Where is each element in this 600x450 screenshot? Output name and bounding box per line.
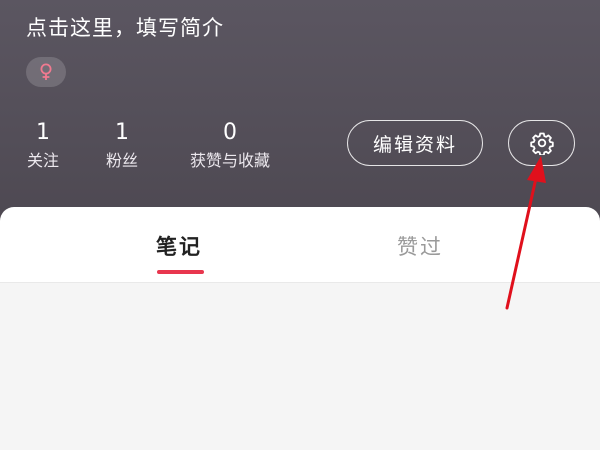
tab-liked[interactable]: 赞过 [397, 231, 443, 261]
gender-badge [26, 57, 66, 87]
followers-count: 1 [115, 120, 129, 145]
notes-list-area [0, 283, 600, 450]
bio-prompt[interactable]: 点击这里，填写简介 [26, 12, 224, 42]
likes-collections-label: 获赞与收藏 [189, 151, 270, 170]
stat-following[interactable]: 1 关注 [22, 118, 64, 173]
following-label: 关注 [26, 151, 59, 170]
followers-label: 粉丝 [105, 151, 138, 170]
tab-bar: 笔记 赞过 [0, 207, 600, 283]
stat-followers[interactable]: 1 粉丝 [101, 118, 143, 173]
stat-likes-collections[interactable]: 0 获赞与收藏 [181, 118, 279, 173]
gear-icon [529, 132, 554, 155]
following-count: 1 [36, 120, 50, 145]
settings-button[interactable] [508, 120, 575, 166]
profile-header: 点击这里，填写简介 1 关注 1 粉丝 0 获赞与收藏 编辑资料 [0, 0, 600, 230]
female-symbol-icon [40, 63, 52, 80]
likes-collections-count: 0 [223, 120, 237, 145]
active-tab-indicator [157, 270, 204, 274]
edit-profile-button[interactable]: 编辑资料 [347, 120, 483, 166]
content-panel: 笔记 赞过 [0, 207, 600, 450]
tab-notes[interactable]: 笔记 [156, 231, 202, 261]
